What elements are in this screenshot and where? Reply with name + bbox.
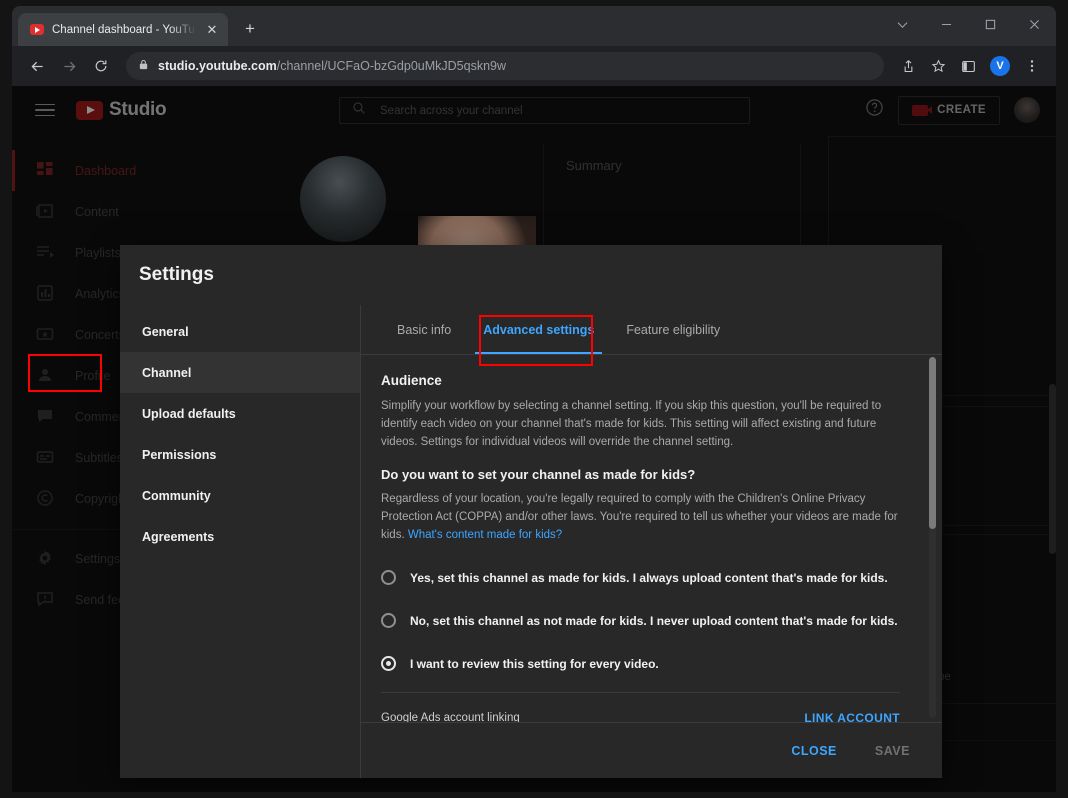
bookmark-star-icon[interactable] [924,52,952,80]
browser-menu-icon[interactable] [1018,52,1046,80]
browser-toolbar-actions: V [894,52,1046,80]
tab-feature-eligibility[interactable]: Feature eligibility [610,305,736,354]
settings-nav-label: Agreements [142,529,215,544]
audience-section-title: Audience [381,373,442,388]
radio-label: Yes, set this channel as made for kids. … [410,570,888,585]
browser-tabstrip: Channel dashboard - YouTube St ✕ + [12,6,1056,46]
window-controls [880,6,1056,42]
new-tab-button[interactable]: + [236,15,264,43]
lock-icon [138,57,149,75]
settings-dialog-title: Settings [139,264,214,285]
settings-dialog-body: General Channel Upload defaults Permissi… [120,305,942,778]
radio-option-review-each-video[interactable]: I want to review this setting for every … [381,649,900,679]
close-tab-icon[interactable]: ✕ [204,22,220,38]
save-button[interactable]: SAVE [863,736,922,766]
browser-profile-avatar[interactable]: V [990,56,1010,76]
address-bar-url: studio.youtube.com/channel/UCFaO-bzGdp0u… [158,59,506,73]
youtube-studio-page: Studio Search across your channel CREATE [12,86,1056,792]
tab-advanced-settings[interactable]: Advanced settings [467,305,610,354]
audience-question: Do you want to set your channel as made … [381,467,696,483]
radio-option-yes[interactable]: Yes, set this channel as made for kids. … [381,563,900,593]
settings-dialog-header: Settings [120,245,942,305]
audience-intro-text: Simplify your workflow by selecting a ch… [381,400,882,448]
tab-label: Basic info [397,322,452,337]
settings-nav-label: Permissions [142,447,217,462]
settings-nav-community[interactable]: Community [120,475,360,516]
radio-icon[interactable] [381,570,396,586]
share-icon[interactable] [894,52,922,80]
settings-nav-label: Channel [142,365,192,380]
google-ads-row: Google Ads account linking LINK ACCOUNT [381,711,900,722]
whats-content-made-for-kids-link[interactable]: What's content made for kids? [408,529,562,541]
address-bar[interactable]: studio.youtube.com/channel/UCFaO-bzGdp0u… [126,52,884,80]
url-domain: studio.youtube.com [158,59,277,73]
tab-label: Advanced settings [483,322,595,337]
radio-option-no[interactable]: No, set this channel as not made for kid… [381,606,900,636]
settings-nav-label: Upload defaults [142,406,236,421]
settings-nav-label: Community [142,488,211,503]
close-window-icon[interactable] [1012,6,1056,42]
url-path: /channel/UCFaO-bzGdp0uMkJD5qskn9w [276,59,507,73]
close-button[interactable]: CLOSE [779,736,849,766]
settings-nav-channel[interactable]: Channel [120,352,360,393]
settings-dialog-footer: CLOSE SAVE [361,722,942,778]
chevron-down-icon[interactable] [880,6,924,42]
link-account-button[interactable]: LINK ACCOUNT [804,711,900,722]
settings-nav-general[interactable]: General [120,311,360,352]
forward-icon[interactable] [54,51,84,81]
radio-label: No, set this channel as not made for kid… [410,613,898,628]
settings-dialog: Settings General Channel Upload defaults [120,245,942,778]
radio-icon-selected[interactable] [381,656,396,672]
settings-scroll-area: Audience Simplify your workflow by selec… [361,355,942,722]
sidepanel-icon[interactable] [954,52,982,80]
back-icon[interactable] [22,51,52,81]
radio-icon[interactable] [381,613,396,629]
minimize-icon[interactable] [924,6,968,42]
settings-nav-permissions[interactable]: Permissions [120,434,360,475]
settings-nav-upload-defaults[interactable]: Upload defaults [120,393,360,434]
radio-label: I want to review this setting for every … [410,656,659,671]
settings-tabs: Basic info Advanced settings Feature eli… [361,305,942,355]
settings-content-pane: Basic info Advanced settings Feature eli… [360,305,942,778]
browser-toolbar: studio.youtube.com/channel/UCFaO-bzGdp0u… [12,46,1056,86]
google-ads-title: Google Ads account linking [381,711,520,722]
audience-radio-group: Yes, set this channel as made for kids. … [381,563,900,679]
audience-legal-text: Regardless of your location, you're lega… [381,491,900,544]
reload-icon[interactable] [86,51,116,81]
tab-basic-info[interactable]: Basic info [381,305,467,354]
tab-label: Feature eligibility [626,322,721,337]
maximize-icon[interactable] [968,6,1012,42]
browser-tab-title: Channel dashboard - YouTube St [52,23,196,36]
section-divider [381,691,900,693]
browser-window: Channel dashboard - YouTube St ✕ + [12,6,1056,792]
screen: Channel dashboard - YouTube St ✕ + [0,0,1068,798]
settings-nav-label: General [142,324,189,339]
settings-nav-agreements[interactable]: Agreements [120,516,360,557]
youtube-favicon-icon [30,24,44,35]
settings-nav-list: General Channel Upload defaults Permissi… [120,305,360,778]
settings-scrollbar-thumb[interactable] [929,357,936,529]
browser-tab[interactable]: Channel dashboard - YouTube St ✕ [18,13,228,46]
